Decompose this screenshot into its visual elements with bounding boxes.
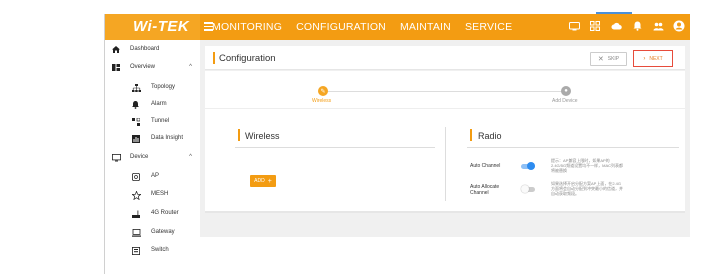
switch-icon <box>132 246 140 255</box>
sidebar-item-label: Gateway <box>151 229 175 235</box>
chart-icon <box>132 134 140 143</box>
bell-icon <box>132 100 139 109</box>
top-icons <box>560 19 686 33</box>
wireless-title-accent <box>238 129 240 141</box>
grid-icon[interactable] <box>588 19 602 33</box>
sidebar-item-label: Device <box>130 154 149 160</box>
left-border <box>104 14 105 274</box>
bell-icon[interactable] <box>630 19 644 33</box>
configuration-header: Configuration ✕ SKIP › NEXT <box>205 46 685 70</box>
add-wireless-button[interactable]: ADD + <box>250 175 276 187</box>
nav-configuration[interactable]: CONFIGURATION <box>296 21 386 33</box>
toggle-knob <box>527 162 535 170</box>
ap-icon <box>132 172 140 181</box>
radio-title: Radio <box>478 131 502 141</box>
auto-allocate-label-line2: Channel <box>470 190 489 196</box>
sidebar-item-data-insight[interactable]: Data Insight <box>105 131 200 145</box>
tunnel-icon <box>132 117 141 126</box>
sidebar-item-device[interactable]: Device ^ <box>105 150 200 164</box>
sidebar: Dashboard Overview ^ Topology Alarm Tunn… <box>105 40 200 274</box>
section-divider <box>445 127 446 201</box>
top-bar: Wi-TEK MONITORING CONFIGURATION MAINTAIN… <box>105 14 690 40</box>
close-icon: ✕ <box>597 56 604 63</box>
sidebar-item-overview[interactable]: Overview ^ <box>105 60 200 74</box>
next-arrow-icon: › <box>643 55 646 62</box>
topology-icon <box>132 83 141 92</box>
skip-button[interactable]: ✕ SKIP <box>590 52 627 66</box>
sidebar-item-switch[interactable]: Switch <box>105 243 200 257</box>
auto-allocate-toggle[interactable] <box>521 185 535 193</box>
wireless-underline <box>235 147 435 148</box>
sidebar-item-label: Overview <box>130 64 156 70</box>
nav-maintain[interactable]: MAINTAIN <box>400 21 451 33</box>
screen-icon[interactable] <box>567 19 581 33</box>
sidebar-item-label: Tunnel <box>151 118 170 124</box>
sidebar-item-label: MESH <box>151 191 169 197</box>
account-icon[interactable] <box>672 19 686 33</box>
auto-channel-hint: 提示：AP兼容上限时，如果AP的2.4G/5G频道设置均不一样，MAC列表都将被… <box>551 158 624 173</box>
chevron-up-icon: ^ <box>189 154 192 160</box>
next-button[interactable]: › NEXT <box>633 50 673 67</box>
sidebar-item-label: Data Insight <box>151 135 184 141</box>
users-icon[interactable] <box>651 19 665 33</box>
account-indicator <box>596 12 632 14</box>
brand-logo[interactable]: Wi-TEK <box>133 18 189 35</box>
main-nav: MONITORING CONFIGURATION MAINTAIN SERVIC… <box>212 14 526 40</box>
nav-monitoring[interactable]: MONITORING <box>212 21 282 33</box>
home-icon <box>112 45 120 53</box>
radio-title-accent <box>470 129 472 141</box>
wizard-steps: ✎ ● Wireless Add Device <box>205 71 685 109</box>
sidebar-item-topology[interactable]: Topology <box>105 80 200 94</box>
router-icon <box>132 210 140 218</box>
sidebar-item-dashboard[interactable]: Dashboard <box>105 42 200 56</box>
step-add-device-icon[interactable]: ● <box>561 86 571 96</box>
plus-icon: + <box>267 177 272 185</box>
auto-channel-toggle[interactable] <box>521 162 535 170</box>
card-shadow <box>205 211 685 213</box>
overview-icon <box>112 63 120 71</box>
add-label: ADD <box>254 178 265 184</box>
radio-underline <box>467 147 679 148</box>
step-add-device-label: Add Device <box>552 98 578 104</box>
cloud-icon[interactable] <box>609 19 623 33</box>
skip-label: SKIP <box>607 56 620 62</box>
title-accent <box>213 52 215 64</box>
sidebar-item-label: Alarm <box>151 101 167 107</box>
wireless-title: Wireless <box>245 131 280 141</box>
sidebar-item-label: 4G Router <box>151 210 179 216</box>
sidebar-item-label: Topology <box>151 84 176 90</box>
mesh-icon <box>131 189 142 200</box>
sidebar-item-label: AP <box>151 173 160 179</box>
next-label: NEXT <box>649 55 663 62</box>
sidebar-item-label: Switch <box>151 247 169 253</box>
sidebar-item-label: Dashboard <box>130 46 160 52</box>
sidebar-item-4g-router[interactable]: 4G Router <box>105 206 200 220</box>
sidebar-item-mesh[interactable]: MESH <box>105 187 200 201</box>
wizard-content: Wireless ADD + Radio Auto Channel Auto A… <box>205 109 685 211</box>
step-connector <box>322 91 565 92</box>
toggle-knob <box>521 185 529 193</box>
gateway-icon <box>132 228 141 237</box>
auto-channel-label: Auto Channel <box>470 163 501 169</box>
sidebar-item-ap[interactable]: AP <box>105 169 200 183</box>
sidebar-item-alarm[interactable]: Alarm <box>105 97 200 111</box>
logo-area: Wi-TEK <box>105 14 200 40</box>
monitor-icon <box>112 153 121 161</box>
step-wireless-label: Wireless <box>312 98 332 104</box>
page-title: Configuration <box>219 53 276 64</box>
sidebar-item-tunnel[interactable]: Tunnel <box>105 114 200 128</box>
auto-allocate-hint: 如果选择开启分配方案AP上面，在2.4G方面将会自动分配到冲突最小的信道，并自动… <box>551 181 623 196</box>
chevron-up-icon: ^ <box>189 64 192 70</box>
nav-service[interactable]: SERVICE <box>465 21 512 33</box>
step-wireless-pencil-icon[interactable]: ✎ <box>318 86 328 96</box>
main-footer-area <box>200 237 690 274</box>
sidebar-item-gateway[interactable]: Gateway <box>105 225 200 239</box>
